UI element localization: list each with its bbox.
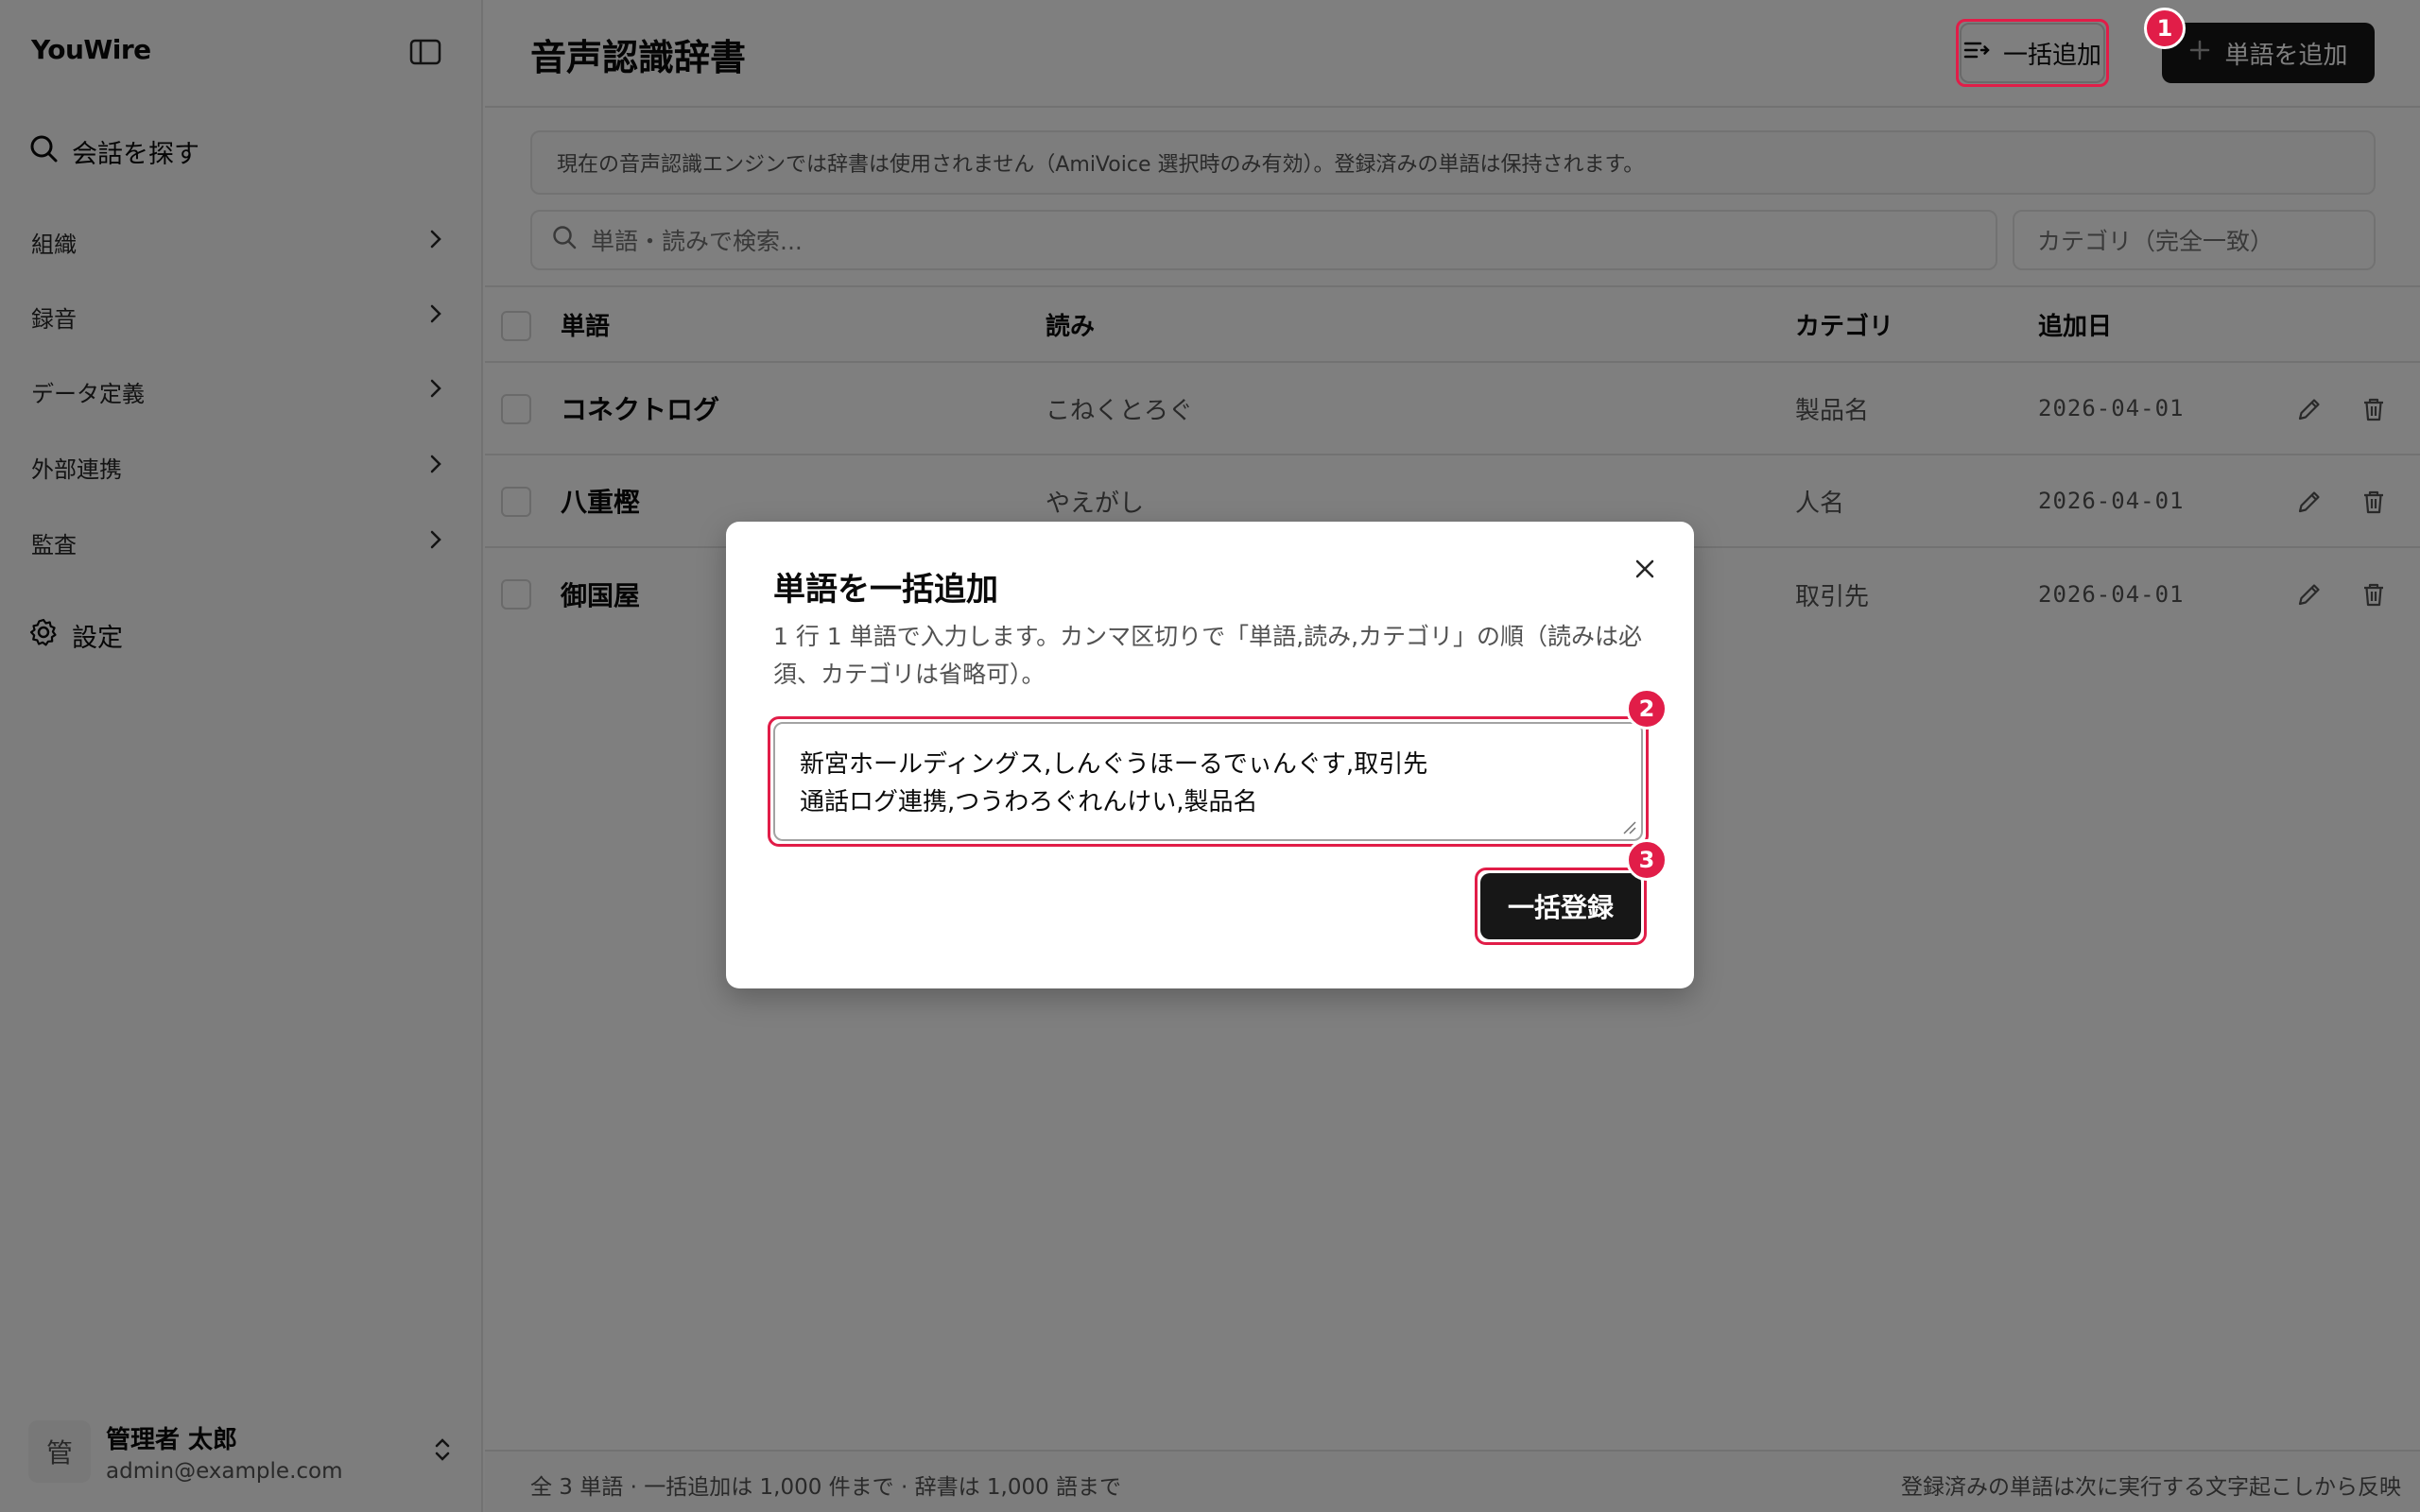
close-icon[interactable] [1626,550,1664,588]
step-badge-3: 3 [1626,839,1668,881]
bulk-add-dialog: 単語を一括追加 1 行 1 単語で入力します。カンマ区切りで「単語,読み,カテゴ… [726,522,1694,988]
resize-grip-icon[interactable] [1620,818,1637,835]
step-badge-2: 2 [1626,688,1668,730]
dialog-title: 単語を一括追加 [773,571,998,609]
textarea-line: 通話ログ連携,つうわろぐれんけい,製品名 [800,788,1258,816]
textarea-line: 新宮ホールディングス,しんぐうほーるでぃんぐす,取引先 [800,750,1428,779]
bulk-words-textarea[interactable]: 新宮ホールディングス,しんぐうほーるでぃんぐす,取引先 通話ログ連携,つうわろぐ… [773,722,1643,841]
highlight-bulk-add [1956,19,2109,87]
step-badge-1: 1 [2144,8,2186,49]
dialog-description: 1 行 1 単語で入力します。カンマ区切りで「単語,読み,カテゴリ」の順（読みは… [773,623,1643,688]
bulk-register-button[interactable]: 一括登録 [1480,873,1641,939]
